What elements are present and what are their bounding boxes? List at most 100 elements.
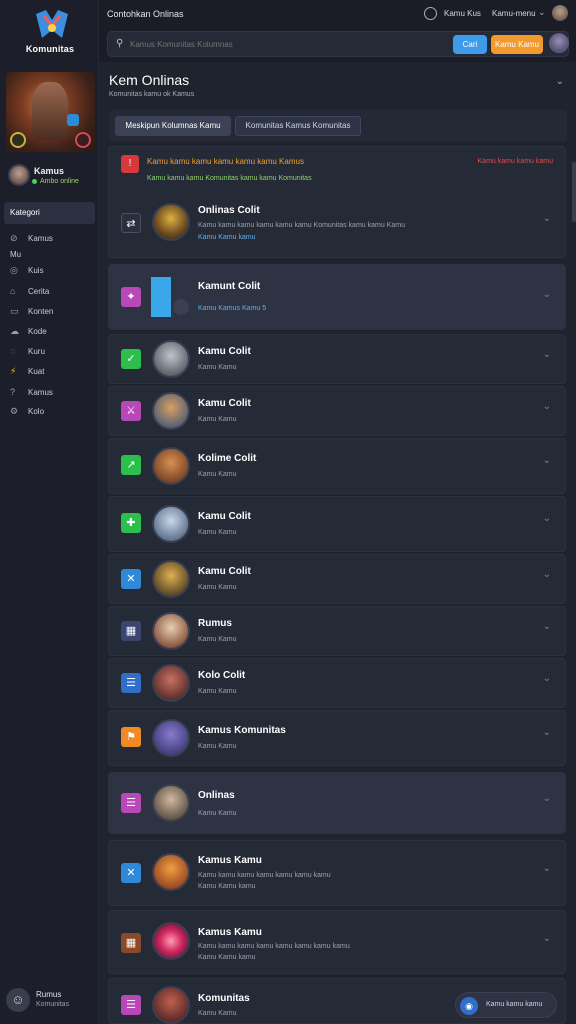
row-title[interactable]: Kamunt Colit — [198, 281, 260, 292]
list-item[interactable]: ⚔ Kamu Colit Kamu Kamu ⌄ — [108, 386, 566, 436]
user-name: Kamus — [34, 166, 65, 176]
row-title[interactable]: Kamus Komunitas — [198, 725, 286, 736]
x-icon: ✕ — [121, 863, 141, 883]
sidebar-item-1[interactable]: Mu — [10, 248, 94, 262]
sidebar-item-active[interactable]: Kategori — [4, 202, 95, 224]
flag-icon: ⌂ — [10, 286, 16, 296]
action-button[interactable]: Kamu Kamu — [491, 35, 543, 54]
topbar-link-2[interactable]: Kamu-menu — [492, 9, 536, 18]
row-title[interactable]: Komunitas — [198, 993, 250, 1004]
chevron-down-icon[interactable]: ⌄ — [543, 673, 551, 684]
row-title[interactable]: Kamu Colit — [198, 398, 251, 409]
star-icon: ✦ — [121, 287, 141, 307]
chevron-down-icon[interactable]: ⌄ — [543, 793, 551, 804]
row-subtitle: Kamu Kamu — [198, 743, 237, 750]
row-title[interactable]: Onlinas Colit — [198, 205, 260, 216]
red-badge-icon — [75, 132, 91, 148]
list-item[interactable]: ✕ Kamu Colit Kamu Kamu ⌄ — [108, 554, 566, 604]
row-title[interactable]: Kamu Colit — [198, 566, 251, 577]
sidebar-item-2[interactable]: ◎ Kuis — [10, 264, 94, 278]
sidebar-item-5[interactable]: ☁ Kode — [10, 325, 94, 339]
row-title[interactable]: Kolo Colit — [198, 670, 245, 681]
sidebar-item-4[interactable]: ▭ Konten — [10, 305, 94, 319]
row-title[interactable]: Onlinas — [198, 790, 235, 801]
chevron-down-icon[interactable]: ⌄ — [543, 621, 551, 632]
list-item[interactable]: ☰ Onlinas Kamu Kamu ⌄ — [108, 772, 566, 834]
list-item[interactable]: ✦ Kamunt Colit Kamu Kamus Kamu 5 ⌄ — [108, 264, 566, 330]
row-subtitle: Kamu Kamu — [198, 529, 237, 536]
chevron-down-icon[interactable]: ⌄ — [543, 289, 551, 300]
chat-icon: ◉ — [460, 997, 478, 1015]
person-icon: ☺ — [6, 988, 30, 1012]
chevron-down-icon[interactable]: ⌄ — [538, 7, 546, 18]
chevron-down-icon[interactable]: ⌄ — [543, 513, 551, 524]
chevron-down-icon[interactable]: ⌄ — [543, 727, 551, 738]
avatar — [152, 986, 190, 1024]
sidebar-item-3[interactable]: ⌂ Cerita — [10, 285, 94, 299]
app-logo[interactable]: Komunitas — [14, 8, 86, 58]
sidebar-footer[interactable]: ☺ Rumus Komunitas — [6, 988, 96, 1016]
chevron-down-icon[interactable]: ⌄ — [543, 569, 551, 580]
row-subtitle: Kamu Kamu — [198, 810, 237, 817]
row-subtitle: Kamu Kamu — [198, 416, 237, 423]
avatar — [8, 164, 30, 186]
online-dot-icon — [32, 179, 37, 184]
sidebar-item-8[interactable]: ? Kamus — [10, 386, 94, 400]
chevron-down-icon[interactable]: ⌄ — [543, 455, 551, 466]
chevron-down-icon[interactable]: ⌄ — [543, 863, 551, 874]
row-link[interactable]: Kamu Kamu kamu — [198, 234, 256, 241]
row-subtitle: Kamu kamu kamu kamu kamu kamu kamu — [198, 872, 331, 879]
row-title[interactable]: Rumus — [198, 618, 232, 629]
logo-icon — [36, 10, 68, 38]
check-icon: ✓ — [121, 349, 141, 369]
main-panel: Kem Onlinas Komunitas kamu ok Kamus ⌄ Me… — [99, 62, 576, 1024]
sidebar-item-7[interactable]: ⚡ Kuat — [10, 365, 94, 379]
avatar — [152, 664, 190, 702]
topbar-link-1[interactable]: Kamu Kus — [444, 9, 481, 18]
list-item[interactable]: ↗ Kolime Colit Kamu Kamu ⌄ — [108, 438, 566, 494]
row-title[interactable]: Kamus Kamu — [198, 927, 262, 938]
search-button[interactable]: Cari — [453, 35, 487, 54]
list-item[interactable]: ✕ Kamus Kamu Kamu kamu kamu kamu kamu ka… — [108, 840, 566, 906]
sidebar-item-6[interactable]: ◌ Kuru — [10, 345, 94, 359]
user-profile[interactable]: Kamus Ambo online — [8, 164, 94, 190]
tab-secondary[interactable]: Komunitas Kamus Komunitas — [235, 116, 361, 136]
chat-bubble[interactable]: ◉ Kamu kamu kamu — [455, 992, 557, 1018]
row-subtitle: Kamu Kamu — [198, 1010, 237, 1017]
row-link[interactable]: Kamu Kamus Kamu 5 — [198, 305, 266, 312]
search-bar: ⚲ Cari Kamu Kamu — [107, 31, 569, 57]
row-title[interactable]: Kamu Colit — [198, 511, 251, 522]
scrollbar[interactable] — [572, 162, 576, 222]
badge-icon — [173, 299, 189, 315]
row-title[interactable]: Kamu Colit — [198, 346, 251, 357]
chevron-down-icon[interactable]: ⌄ — [543, 213, 551, 224]
gear-icon: ⚙ — [10, 406, 19, 416]
row-title[interactable]: Kamus Kamu — [198, 855, 262, 866]
list-item[interactable]: ▦ Rumus Kamu Kamu ⌄ — [108, 606, 566, 656]
page-title: Kem Onlinas — [109, 72, 190, 88]
list-item[interactable]: ✚ Kamu Colit Kamu Kamu ⌄ — [108, 496, 566, 552]
chevron-down-icon[interactable]: ⌄ — [543, 933, 551, 944]
list-item[interactable]: ✓ Kamu Colit Kamu Kamu ⌄ — [108, 334, 566, 384]
chat-label: Kamu kamu kamu — [486, 1001, 543, 1008]
info-icon[interactable] — [424, 7, 437, 20]
chevron-down-icon[interactable]: ⌄ — [556, 76, 564, 87]
featured-image[interactable] — [6, 72, 95, 152]
tab-primary[interactable]: Meskipun Kolumnas Kamu — [115, 116, 231, 136]
chevron-down-icon[interactable]: ⌄ — [543, 349, 551, 360]
chevron-down-icon[interactable]: ⌄ — [543, 401, 551, 412]
topbar-actions: Kamu Kus Kamu-menu ⌄ — [424, 5, 568, 23]
topbar-avatar[interactable] — [552, 5, 568, 21]
list-item[interactable]: ▦ Kamus Kamu Kamu kamu kamu kamu kamu ka… — [108, 910, 566, 974]
row-title[interactable]: Kolime Colit — [198, 453, 256, 464]
sidebar: Komunitas Kamus Ambo online Kategori ⊘ Ka… — [0, 0, 99, 1024]
blue-badge-icon — [67, 114, 79, 126]
list-item[interactable]: ☰ Kolo Colit Kamu Kamu ⌄ — [108, 658, 566, 708]
search-input[interactable] — [130, 36, 430, 52]
search-icon: ⚲ — [116, 38, 124, 49]
sidebar-item-9[interactable]: ⚙ Kolo — [10, 405, 94, 419]
avatar[interactable] — [549, 33, 569, 53]
user-status: Ambo online — [40, 178, 79, 185]
sidebar-item-0[interactable]: ⊘ Kamus — [10, 232, 94, 246]
list-item[interactable]: ⚑ Kamus Komunitas Kamu Kamu ⌄ — [108, 710, 566, 766]
